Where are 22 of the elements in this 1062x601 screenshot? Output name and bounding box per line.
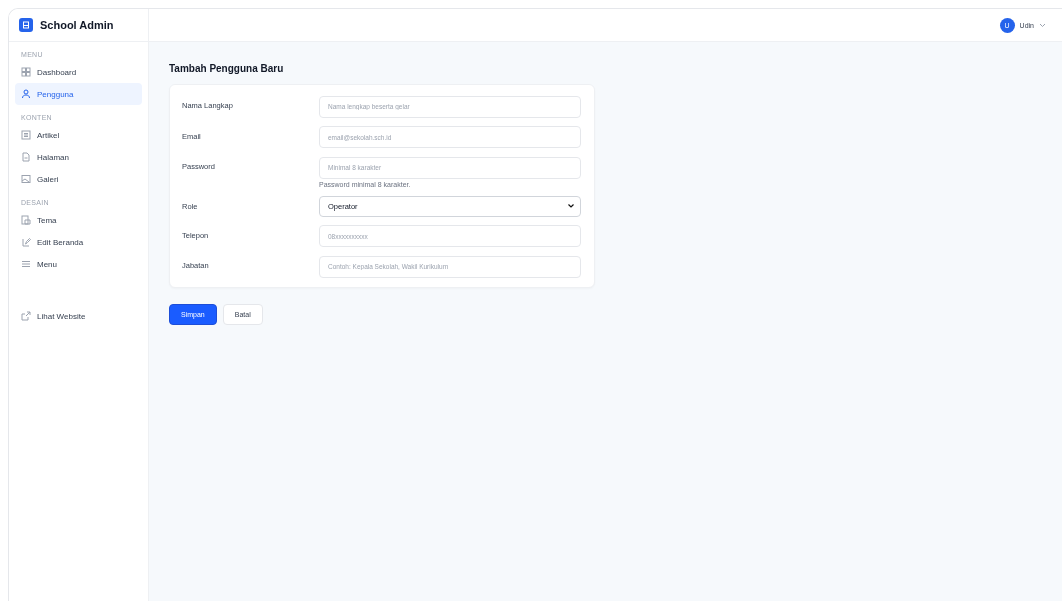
external-link[interactable]: Lihat Website bbox=[15, 305, 142, 327]
edit-icon bbox=[21, 237, 31, 247]
grid-icon bbox=[21, 67, 31, 77]
image-icon bbox=[21, 174, 31, 184]
external-link-icon bbox=[21, 311, 31, 321]
sidebar-item[interactable]: Halaman bbox=[15, 146, 142, 168]
app-title: School Admin bbox=[40, 19, 114, 31]
user-icon bbox=[21, 89, 31, 99]
article-icon bbox=[21, 130, 31, 140]
sidebar-item[interactable]: Galeri bbox=[15, 168, 142, 190]
page-icon bbox=[21, 152, 31, 162]
sidebar-item[interactable]: Menu bbox=[15, 253, 142, 275]
menu-icon bbox=[21, 259, 31, 269]
sidebar-item[interactable]: Dashboard bbox=[15, 61, 142, 83]
chevron-down-icon bbox=[568, 204, 574, 208]
sidebar-item[interactable]: Edit Beranda bbox=[15, 231, 142, 253]
page-title: Tambah Pengguna Baru bbox=[169, 63, 285, 74]
sidebar-item[interactable]: Tema bbox=[15, 209, 142, 231]
sidebar-item[interactable]: Artikel bbox=[15, 124, 142, 146]
sidebar-item[interactable]: Pengguna bbox=[15, 83, 142, 105]
logo-icon bbox=[19, 18, 33, 32]
chevron-down-icon bbox=[1039, 22, 1046, 28]
